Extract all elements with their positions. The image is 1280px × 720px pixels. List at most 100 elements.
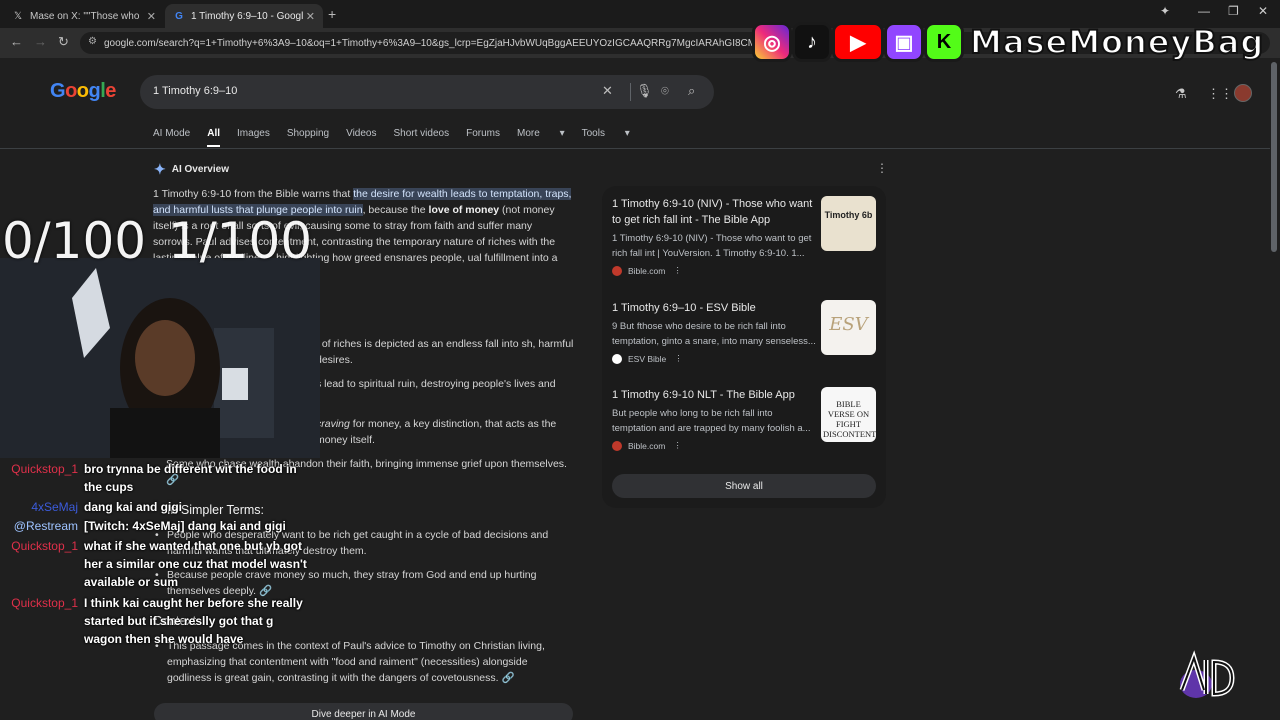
tools-label: Tools [581,128,605,139]
tab-forums[interactable]: Forums [466,128,500,147]
bold-text: love of money [428,204,500,216]
esv-favicon-icon [612,353,622,364]
close-tab-icon[interactable]: ✕ [306,10,315,23]
more-options-icon[interactable]: ⋮ [876,161,888,175]
ai-overview-label: AI Overview [171,164,229,175]
site-info-icon[interactable]: ⚙ [88,36,97,47]
chat-username: Quickstop_1 [11,596,78,610]
google-logo[interactable]: Google [50,80,116,103]
apps-grid-icon[interactable]: ⋮⋮ [1207,86,1233,102]
header-divider [0,148,1270,149]
source-card[interactable]: 1 Timothy 6:9-10 NLT - The Bible App But… [612,387,876,451]
site-name: Bible.com [628,265,666,276]
twitch-icon: ▣ [884,22,924,62]
lens-icon[interactable]: ⌾ [661,83,669,99]
score-b: 1/100 [168,212,313,270]
tab-all[interactable]: All [207,128,221,147]
search-icon[interactable]: ⌕ [688,83,695,99]
chat-username: @Restream [13,519,78,533]
source-card[interactable]: 1 Timothy 6:9-10 (NIV) - Those who want … [612,196,876,276]
tab-label: Mase on X: ""Those who want t [30,10,140,22]
source-snippet: 1 Timothy 6:9-10 (NIV) - Those who want … [612,233,812,259]
source-snippet: 9 But fthose who desire to be rich fall … [612,321,816,347]
reload-icon[interactable]: ↻ [58,34,69,50]
overview-point-2: s lead to spiritual ruin, destroying peo… [316,378,556,390]
chat-username: Quickstop_1 [11,539,78,553]
tab-tools[interactable]: Tools ▾ [582,128,630,147]
source-snippet: But people who long to be rich fall into… [612,408,811,434]
page-scrollbar[interactable] [1271,62,1277,252]
overview-point-1: t of riches is depicted as an endless fa… [316,338,574,366]
url-text: google.com/search?q=1+Timothy+6%3A9–10&o… [104,37,811,49]
more-options-icon[interactable]: ⋮ [673,440,682,451]
webcam-feed [0,258,320,458]
more-options-icon[interactable]: ⋮ [674,353,683,364]
tab-short-videos[interactable]: Short videos [394,128,450,147]
tab-images[interactable]: Images [237,128,270,147]
kick-icon: K [924,22,964,62]
tab-ai-mode[interactable]: AI Mode [153,128,190,147]
bible-app-favicon-icon [612,265,622,276]
close-tab-icon[interactable]: ✕ [147,10,156,23]
tab-x[interactable]: 𝕏 Mase on X: ""Those who want t ✕ [4,4,164,28]
avatar[interactable] [1234,84,1252,102]
show-all-button[interactable]: Show all [612,474,876,498]
text: for money, a key distinction, that acts … [316,418,557,446]
clear-icon[interactable]: ✕ [602,83,613,99]
bible-app-favicon-icon [612,440,622,451]
x-logo-icon: 𝕏 [13,10,23,22]
labs-flask-icon[interactable]: ⚗ [1175,86,1187,102]
forward-icon[interactable]: → [34,34,47,49]
tab-google[interactable]: G 1 Timothy 6:9–10 - Google Sear ✕ [165,4,323,28]
channel-logo-icon [1176,650,1246,700]
tiktok-icon: ♪ [792,22,832,62]
score-overlay: 0/100 1/100 [2,212,312,270]
tab-more[interactable]: More ▾ [517,128,565,147]
tab-videos[interactable]: Videos [346,128,376,147]
chat-message: what if she wanted that one but yb got h… [84,539,307,589]
site-name: Bible.com [628,440,666,451]
google-g-icon: G [175,10,183,22]
source-card[interactable]: 1 Timothy 6:9–10 - ESV Bible 9 But fthos… [612,300,876,364]
back-icon[interactable]: ← [10,34,23,49]
text-b: , because the [362,204,429,216]
source-title[interactable]: 1 Timothy 6:9-10 (NIV) - Those who want … [612,196,816,228]
text-a: 1 Timothy 6:9-10 from the Bible warns th… [153,188,354,200]
more-options-icon[interactable]: ⋮ [673,265,682,276]
source-title[interactable]: 1 Timothy 6:9–10 - ESV Bible [612,300,816,316]
divider [630,83,631,101]
source-site: Bible.com ⋮ [612,265,876,276]
source-thumbnail[interactable]: ESV [821,300,876,355]
source-title[interactable]: 1 Timothy 6:9-10 NLT - The Bible App [612,387,816,403]
chat-message: dang kai and gigi [84,500,183,514]
thumbnail-text: ESV [829,314,868,335]
chat-username: 4xSeMaj [31,500,78,514]
streamer-name: MaseMoneyBag [969,22,1265,62]
stream-banner: ◎ ♪ ▶ ▣ K MaseMoneyBag [752,14,1264,70]
overview-point-3: craving for money, a key distinction, th… [316,416,574,448]
sparkle-icon: ✦ [154,161,166,177]
chat-message: I think kai caught her before she really… [84,596,303,646]
italic-text: craving [316,418,350,430]
tab-shopping[interactable]: Shopping [287,128,329,147]
search-input[interactable]: 1 Timothy 6:9–10 [153,85,237,97]
search-box[interactable]: 1 Timothy 6:9–10 ✕ 🎙 ⌾ ⌕ [140,75,714,109]
tab-label: 1 Timothy 6:9–10 - Google Sear [191,10,303,22]
ai-overview-heading: ✦ AI Overview [154,161,229,178]
chat-username: Quickstop_1 [11,462,78,476]
thumbnail-text: BIBLE VERSE ON FIGHT DISCONTENT [823,399,876,439]
youtube-icon: ▶ [832,22,884,62]
sources-panel: 1 Timothy 6:9-10 (NIV) - Those who want … [602,186,886,508]
thumbnail-text: Timothy 6b [824,210,873,220]
microphone-icon[interactable]: 🎙 [636,83,653,99]
more-label: More [517,128,540,139]
link-icon[interactable]: 🔗 [501,672,514,684]
source-thumbnail[interactable]: BIBLE VERSE ON FIGHT DISCONTENT [821,387,876,442]
new-tab-icon[interactable]: + [328,6,336,22]
channel-logo-graphic [1179,650,1235,698]
instagram-icon: ◎ [752,22,792,62]
search-nav-tabs: AI Mode All Images Shopping Videos Short… [153,128,647,147]
dive-deeper-button[interactable]: Dive deeper in AI Mode [154,703,573,720]
site-name: ESV Bible [628,353,667,364]
source-thumbnail[interactable]: Timothy 6b [821,196,876,251]
